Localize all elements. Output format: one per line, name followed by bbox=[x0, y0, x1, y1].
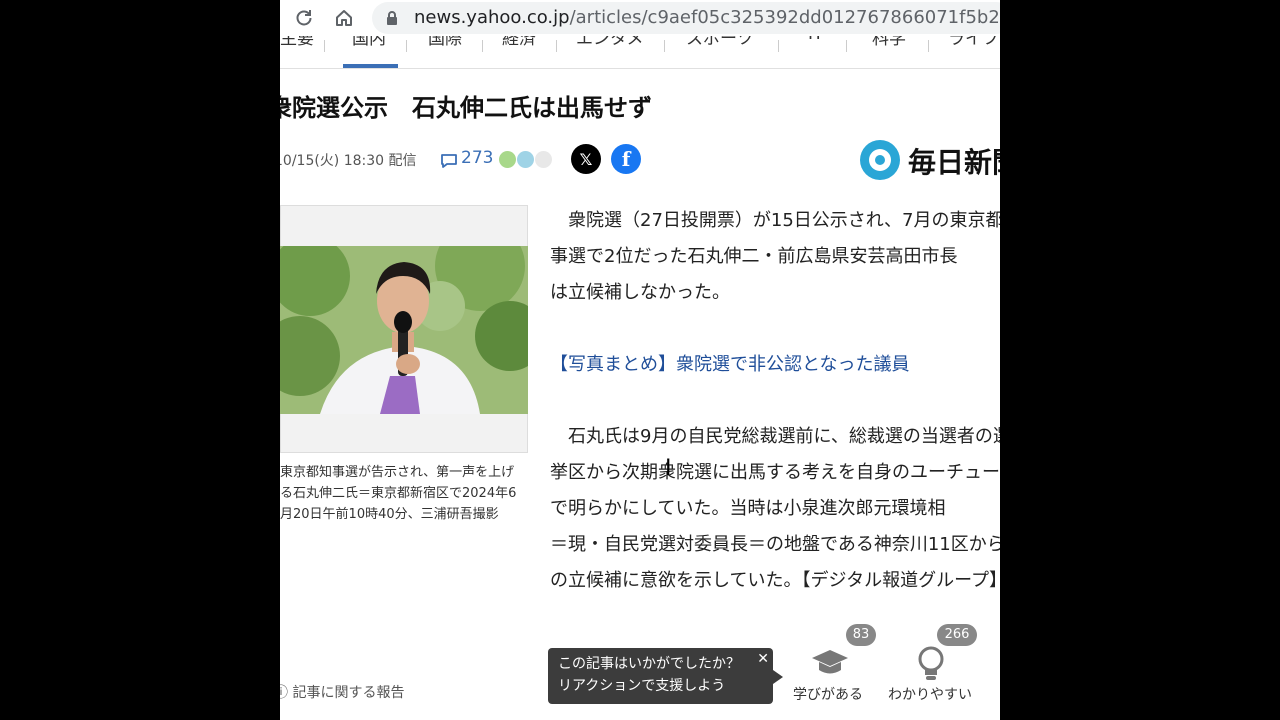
browser-toolbar: news.yahoo.co.jp/articles/c9aef05c325392… bbox=[280, 0, 1000, 36]
article-paragraph: 石丸氏は9月の自民党総裁選前に、総裁選の当選者の選 挙区から次期衆院選に出馬する… bbox=[550, 426, 1000, 591]
tab-divider bbox=[406, 40, 407, 52]
article-paragraph: 衆院選（27日投開票）が15日公示され、7月の東京都知 事選で2位だった石丸伸二… bbox=[550, 210, 1000, 303]
tooltip-line-2: リアクションで支援しよう bbox=[558, 678, 726, 694]
reaction-learn-button[interactable]: 83 学びがある bbox=[780, 620, 880, 720]
x-share-button[interactable]: 𝕏 bbox=[571, 144, 601, 174]
home-icon bbox=[336, 10, 352, 26]
close-icon[interactable]: ✕ bbox=[757, 648, 769, 670]
report-link-label: 記事に関する報告 bbox=[292, 685, 405, 701]
facebook-logo-icon: f bbox=[621, 147, 631, 171]
photo-caption: 東京都知事選が告示され、第一声を上げる石丸伸二氏＝東京都新宿区で2024年6月2… bbox=[280, 465, 517, 522]
tab-divider bbox=[664, 40, 665, 52]
home-button[interactable] bbox=[332, 6, 356, 30]
tab-divider bbox=[556, 40, 557, 52]
reaction-face-icon bbox=[517, 151, 534, 168]
article-report-link[interactable]: ⓘ 記事に関する報告 bbox=[280, 682, 404, 702]
tab-divider bbox=[928, 40, 929, 52]
browser-viewport: news.yahoo.co.jp/articles/c9aef05c325392… bbox=[280, 0, 1000, 720]
article-headline: 衆院選公示 石丸伸二氏は出馬せず bbox=[280, 94, 652, 122]
address-bar[interactable]: news.yahoo.co.jp/articles/c9aef05c325392… bbox=[372, 2, 1000, 34]
publish-date: 10/15(火) 18:30 配信 bbox=[280, 153, 417, 169]
tab-domestic[interactable]: 国内 bbox=[352, 36, 386, 49]
comment-icon[interactable] bbox=[440, 152, 458, 170]
media-logo[interactable]: 毎日新聞 bbox=[860, 138, 1000, 182]
lock-icon bbox=[387, 11, 397, 25]
reaction-face-icon bbox=[535, 151, 552, 168]
tab-sports[interactable]: スポーツ bbox=[686, 36, 754, 49]
tooltip-line-1: この記事はいかがでしたか？ bbox=[558, 656, 740, 672]
reaction-label: わかりやすい bbox=[888, 687, 972, 703]
info-icon: ⓘ bbox=[280, 685, 288, 701]
x-logo-icon: 𝕏 bbox=[579, 149, 593, 169]
lightbulb-icon bbox=[918, 646, 944, 680]
tab-divider bbox=[846, 40, 847, 52]
category-tabs: 主要 国内 国際 経済 エンタメ スポーツ IT 科学 ライフ bbox=[280, 36, 1000, 69]
tab-international[interactable]: 国際 bbox=[428, 36, 462, 49]
reaction-count-badge: 266 bbox=[937, 624, 977, 646]
tab-life[interactable]: ライフ bbox=[948, 36, 999, 49]
url-path: /articles/c9aef05c325392dd012767866071f5… bbox=[569, 7, 1000, 28]
media-name: 毎日新聞 bbox=[908, 146, 1000, 179]
reaction-label: 学びがある bbox=[793, 687, 863, 703]
comment-count[interactable]: 273 bbox=[461, 148, 493, 168]
reaction-face-icon bbox=[499, 151, 516, 168]
reload-icon bbox=[296, 10, 312, 26]
graduation-cap-icon bbox=[812, 650, 848, 674]
photo-illustration bbox=[280, 246, 528, 414]
text-cursor-icon: I bbox=[665, 456, 672, 481]
tab-divider bbox=[324, 40, 325, 52]
tab-entertainment[interactable]: エンタメ bbox=[576, 36, 644, 49]
tab-main[interactable]: 主要 bbox=[280, 36, 314, 49]
reaction-clear-button[interactable]: 266 わかりやすい bbox=[880, 620, 980, 720]
url-host: news.yahoo.co.jp bbox=[414, 7, 570, 28]
tab-science[interactable]: 科学 bbox=[872, 36, 906, 49]
tab-divider bbox=[482, 40, 483, 52]
article-photo[interactable] bbox=[280, 246, 528, 414]
mainichi-emblem-icon bbox=[860, 140, 900, 180]
tab-divider bbox=[778, 40, 779, 52]
facebook-share-button[interactable]: f bbox=[611, 144, 641, 174]
reload-button[interactable] bbox=[292, 6, 316, 30]
url-text: news.yahoo.co.jp/articles/c9aef05c325392… bbox=[414, 6, 1000, 30]
tab-economy[interactable]: 経済 bbox=[502, 36, 536, 49]
related-photo-link[interactable]: 【写真まとめ】衆院選で非公認となった議員 bbox=[550, 347, 909, 383]
active-tab-indicator bbox=[343, 64, 398, 68]
reaction-count-badge: 83 bbox=[846, 624, 876, 646]
tab-it[interactable]: IT bbox=[808, 36, 823, 44]
reaction-tooltip: この記事はいかがでしたか？ リアクションで支援しよう ✕ bbox=[548, 648, 783, 704]
